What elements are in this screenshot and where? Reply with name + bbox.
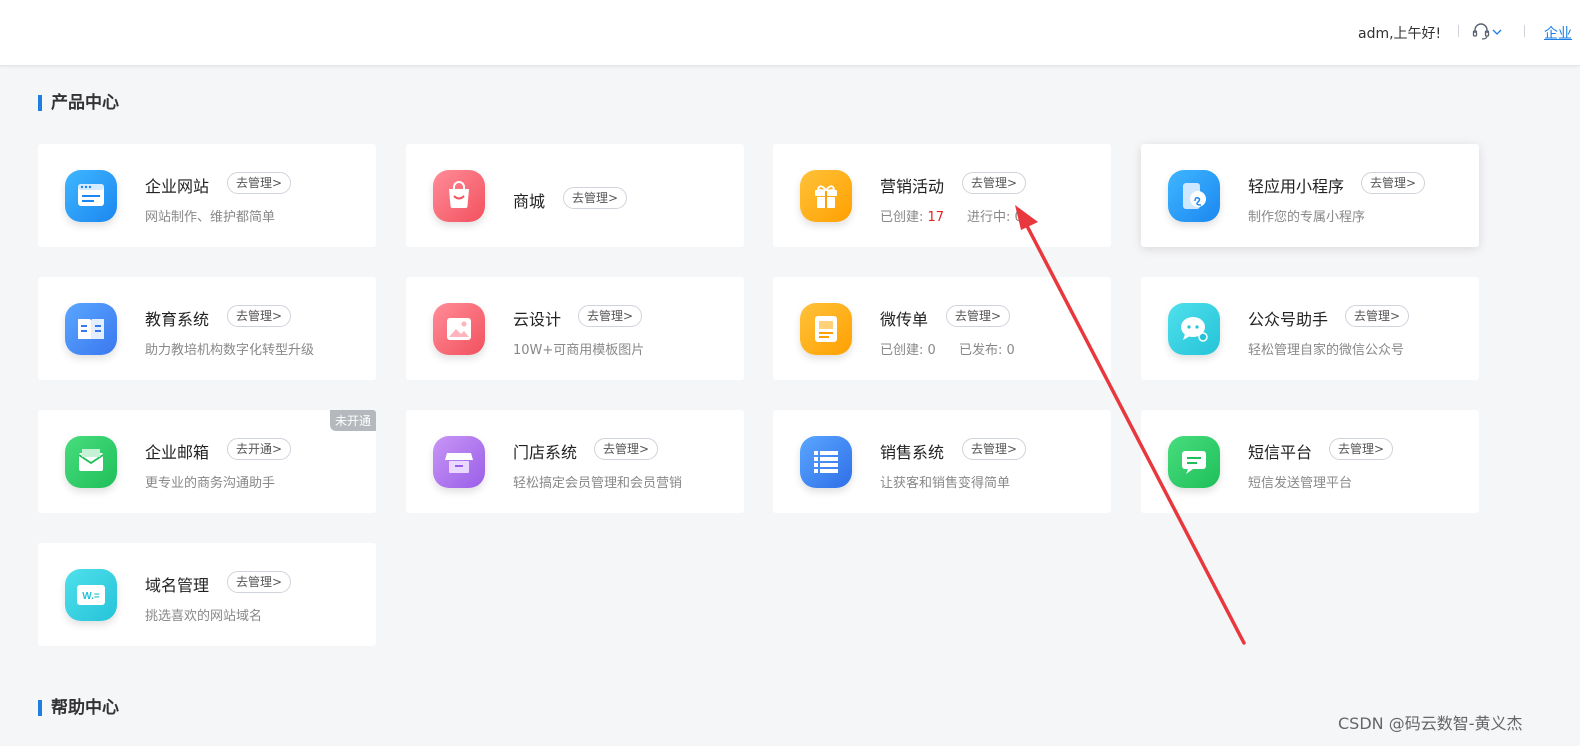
education-icon-tile xyxy=(65,303,117,355)
activate-button[interactable]: 去开通> xyxy=(227,438,292,460)
card-marketing[interactable]: 营销活动 去管理> 已创建: 17 进行中: 0 xyxy=(773,144,1111,247)
sms-icon-tile xyxy=(1168,436,1220,488)
card-flyer[interactable]: 微传单 去管理> 已创建: 0 已发布: 0 xyxy=(773,277,1111,380)
section-title-help: 帮助中心 xyxy=(38,698,119,718)
created-count: 已创建: 0 xyxy=(880,343,936,358)
card-description: 轻松搞定会员管理和会员营销 xyxy=(513,476,683,491)
wechat-assistant-icon-tile xyxy=(1168,303,1220,355)
card-description: 制作您的专属小程序 xyxy=(1248,210,1366,225)
store-icon-tile xyxy=(433,436,485,488)
manage-button[interactable]: 去管理> xyxy=(594,438,659,460)
created-count: 已创建: 17 xyxy=(880,210,945,225)
card-title: 企业网站 xyxy=(145,177,210,196)
section-title-products: 产品中心 xyxy=(38,93,119,113)
status-badge: 未开通 xyxy=(329,410,376,431)
miniapp-icon-tile xyxy=(1168,170,1220,222)
card-sms[interactable]: 短信平台 去管理> 短信发送管理平台 xyxy=(1141,410,1479,513)
card-title: 门店系统 xyxy=(513,443,578,462)
domain-icon: W.= xyxy=(77,585,105,605)
mail-icon-tile xyxy=(65,436,117,488)
flyer-icon xyxy=(815,316,837,342)
website-icon-tile xyxy=(65,170,117,222)
browser-window-icon xyxy=(78,184,104,206)
mail-icon xyxy=(78,449,104,471)
divider xyxy=(1458,25,1459,37)
marketing-icon-tile xyxy=(800,170,852,222)
card-title: 教育系统 xyxy=(145,310,210,329)
card-cloud-design[interactable]: 云设计 去管理> 10W+可商用模板图片 xyxy=(406,277,744,380)
manage-button[interactable]: 去管理> xyxy=(227,305,292,327)
card-title: 域名管理 xyxy=(145,576,210,595)
card-mall[interactable]: 商城 去管理> xyxy=(406,144,744,247)
card-title: 微传单 xyxy=(880,310,929,329)
card-title: 短信平台 xyxy=(1248,443,1313,462)
card-website[interactable]: 企业网站 去管理> 网站制作、维护都简单 xyxy=(38,144,376,247)
card-title: 商城 xyxy=(513,192,546,211)
watermark: CSDN @码云数智-黄义杰 xyxy=(1338,714,1523,733)
manage-button[interactable]: 去管理> xyxy=(962,438,1027,460)
card-description: 10W+可商用模板图片 xyxy=(513,343,645,358)
mall-icon-tile xyxy=(433,170,485,222)
sms-icon xyxy=(1182,451,1206,474)
card-title: 公众号助手 xyxy=(1248,310,1329,329)
card-description: 挑选喜欢的网站域名 xyxy=(145,609,263,624)
published-count: 已发布: 0 xyxy=(959,343,1015,358)
card-wechat-assistant[interactable]: 公众号助手 去管理> 轻松管理自家的微信公众号 xyxy=(1141,277,1479,380)
running-count: 进行中: 0 xyxy=(967,210,1023,225)
list-icon xyxy=(814,451,838,473)
manage-button[interactable]: 去管理> xyxy=(1345,305,1410,327)
card-description: 网站制作、维护都简单 xyxy=(145,210,276,225)
card-title: 云设计 xyxy=(513,310,562,329)
card-sales[interactable]: 销售系统 去管理> 让获客和销售变得简单 xyxy=(773,410,1111,513)
user-greeting: adm,上午好! xyxy=(1358,26,1442,42)
card-store[interactable]: 门店系统 去管理> 轻松搞定会员管理和会员营销 xyxy=(406,410,744,513)
manage-button[interactable]: 去管理> xyxy=(1361,172,1426,194)
top-bar: adm,上午好! 企业 xyxy=(0,0,1580,66)
card-education[interactable]: 教育系统 去管理> 助力教培机构数字化转型升级 xyxy=(38,277,376,380)
manage-button[interactable]: 去管理> xyxy=(1329,438,1394,460)
sales-icon-tile xyxy=(800,436,852,488)
card-domain[interactable]: W.= 域名管理 去管理> 挑选喜欢的网站域名 xyxy=(38,543,376,646)
manage-button[interactable]: 去管理> xyxy=(563,187,628,209)
card-description: 助力教培机构数字化转型升级 xyxy=(145,343,315,358)
manage-button[interactable]: 去管理> xyxy=(227,571,292,593)
image-icon xyxy=(447,318,471,340)
shopping-bag-icon xyxy=(449,181,469,208)
card-description: 让获客和销售变得简单 xyxy=(880,476,1011,491)
cloud-design-icon-tile xyxy=(433,303,485,355)
manage-button[interactable]: 去管理> xyxy=(227,172,292,194)
enterprise-link[interactable]: 企业 xyxy=(1544,23,1572,43)
card-mail[interactable]: 未开通 企业邮箱 去开通> 更专业的商务沟通助手 xyxy=(38,410,376,513)
domain-icon-text: W.= xyxy=(82,591,100,602)
manage-button[interactable]: 去管理> xyxy=(962,172,1027,194)
card-description: 更专业的商务沟通助手 xyxy=(145,476,276,491)
mini-program-icon xyxy=(1183,183,1206,209)
customer-service-menu[interactable] xyxy=(1472,22,1502,42)
book-icon xyxy=(78,319,104,339)
card-miniapp[interactable]: 轻应用小程序 去管理> 制作您的专属小程序 xyxy=(1141,144,1479,247)
card-description: 短信发送管理平台 xyxy=(1248,476,1353,491)
card-title: 轻应用小程序 xyxy=(1248,177,1345,196)
manage-button[interactable]: 去管理> xyxy=(578,305,643,327)
divider xyxy=(1524,25,1525,37)
chevron-down-icon xyxy=(1492,29,1502,35)
manage-button[interactable]: 去管理> xyxy=(946,305,1011,327)
card-description: 轻松管理自家的微信公众号 xyxy=(1248,343,1405,358)
domain-icon-tile: W.= xyxy=(65,569,117,621)
card-title: 企业邮箱 xyxy=(145,443,210,462)
gift-icon xyxy=(815,185,837,208)
card-title: 营销活动 xyxy=(880,177,945,196)
card-title: 销售系统 xyxy=(880,443,945,462)
store-icon xyxy=(445,453,473,473)
flyer-icon-tile xyxy=(800,303,852,355)
chat-bubble-icon xyxy=(1181,317,1208,342)
